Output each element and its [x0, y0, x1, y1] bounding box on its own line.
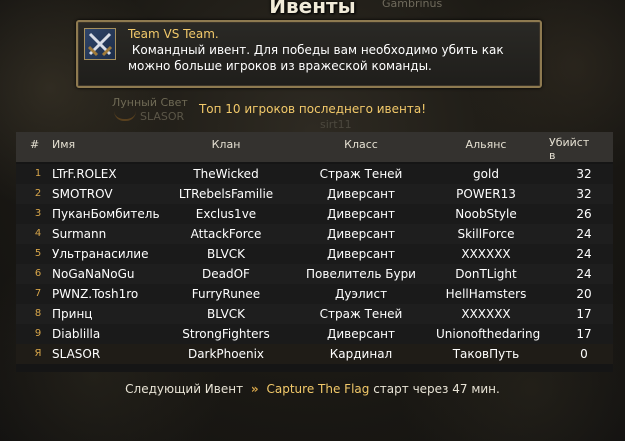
cell-clan: AttackForce — [190, 227, 262, 241]
cell-alliance: NoobStyle — [455, 207, 517, 221]
leaderboard-table: # Имя Клан Класс Альянс Убийст в 1 LTrF.R… — [16, 132, 613, 372]
cell-clan: BLVCK — [206, 307, 246, 321]
column-header-clan: Клан — [211, 138, 241, 151]
cell-rank: 4 — [34, 228, 42, 239]
cell-player-name: LTrF.ROLEX — [52, 167, 117, 181]
column-header-class: Класс — [344, 138, 378, 151]
cell-alliance: XXXXXX — [461, 247, 511, 261]
column-header-name: Имя — [52, 138, 76, 151]
cell-rank: 1 — [34, 168, 42, 179]
cell-alliance: XXXXXX — [461, 307, 511, 321]
leaderboard-title: Топ 10 игроков последнего ивента! — [198, 102, 427, 116]
cell-player-name: ПуканБомбитель — [52, 207, 160, 221]
cell-alliance: HellHamsters — [445, 287, 527, 301]
window-title: Ивенты — [269, 0, 356, 18]
cell-class: Диверсант — [326, 187, 396, 201]
cell-class: Страж Теней — [319, 167, 403, 181]
cell-class: Страж Теней — [319, 307, 403, 321]
table-row: Я SLASOR DarkPhoenix Кардинал ТаковПуть 0 — [16, 344, 613, 364]
table-row: 7 PWNZ.Tosh1ro FurryRunee Дуэлист HellHamste… — [16, 284, 613, 304]
cell-clan: BLVCK — [206, 247, 246, 261]
double-chevron-icon: » — [250, 382, 259, 396]
cell-player-name: Ультранасилие — [52, 247, 149, 261]
table-row: 5 Ультранасилие BLVCK Диверсант XXXXXX 24 — [16, 244, 613, 264]
cell-kills: 24 — [576, 247, 592, 261]
cell-kills: 17 — [576, 327, 592, 341]
cell-kills: 17 — [576, 307, 592, 321]
cell-player-name: Принц — [52, 307, 93, 321]
cell-class: Диверсант — [326, 247, 396, 261]
cell-rank: 9 — [34, 328, 42, 339]
cell-class: Дуэлист — [334, 287, 388, 301]
column-header-num: # — [30, 138, 40, 151]
cell-player-name: PWNZ.Tosh1ro — [52, 287, 139, 301]
event-description: Командный ивент. Для победы вам необходи… — [128, 43, 508, 73]
event-name: Team VS Team. — [128, 27, 219, 41]
cell-alliance: gold — [473, 167, 499, 181]
cell-kills: 24 — [576, 267, 592, 281]
cell-rank: 5 — [34, 248, 42, 259]
column-header-kills: Убийст в — [549, 136, 590, 162]
cell-player-name: Surmann — [52, 227, 107, 241]
cell-kills: 32 — [576, 187, 592, 201]
cell-kills: 26 — [576, 207, 592, 221]
next-event-name: Capture The Flag — [266, 382, 370, 396]
cell-clan: DeadOF — [202, 267, 250, 281]
table-row: 9 Diablilla StrongFighters Диверсант Unionof… — [16, 324, 613, 344]
table-row: 1 LTrF.ROLEX TheWicked Страж Теней gold 32 — [16, 164, 613, 184]
next-event-timer: старт через 47 мин. — [373, 382, 500, 396]
cell-kills: 24 — [576, 227, 592, 241]
cell-rank: 3 — [34, 208, 42, 219]
cell-clan: DarkPhoenix — [187, 347, 265, 361]
table-row: 6 NoGaNaNoGu DeadOF Повелитель Бури DonTLigh… — [16, 264, 613, 284]
cell-clan: Exclus1ve — [195, 207, 257, 221]
cell-kills: 32 — [576, 167, 592, 181]
cell-clan: StrongFighters — [182, 327, 270, 341]
cell-player-name: Diablilla — [52, 327, 101, 341]
table-row: 3 ПуканБомбитель Exclus1ve Диверсант NoobSty… — [16, 204, 613, 224]
cell-player-name: SLASOR — [52, 347, 101, 361]
cell-alliance: DonTLight — [455, 267, 517, 281]
cell-kills: 0 — [580, 347, 588, 361]
cell-alliance: ТаковПуть — [452, 347, 520, 361]
cell-rank: 8 — [34, 308, 42, 319]
next-event-footer: Следующий Ивент » Capture The Flag старт… — [0, 382, 625, 396]
cell-player-name: SMOTROV — [52, 187, 113, 201]
cell-clan: TheWicked — [193, 167, 259, 181]
cell-class: Диверсант — [326, 327, 396, 341]
cell-player-name: NoGaNaNoGu — [52, 267, 135, 281]
cell-clan: LTRebelsFamilie — [178, 187, 274, 201]
cell-rank: Я — [34, 348, 42, 359]
cell-class: Диверсант — [326, 227, 396, 241]
cell-rank: 2 — [34, 188, 42, 199]
cell-class: Повелитель Бури — [306, 267, 416, 281]
cell-alliance: Unionofthedaring — [436, 327, 541, 341]
table-row: 2 SMOTROV LTRebelsFamilie Диверсант POWER13 3… — [16, 184, 613, 204]
crossed-swords-icon — [84, 28, 116, 60]
cell-alliance: SkillForce — [457, 227, 515, 241]
event-info-panel: Team VS Team. Командный ивент. Для побед… — [76, 20, 542, 88]
cell-class: Кардинал — [329, 347, 393, 361]
table-row: 8 Принц BLVCK Страж Теней XXXXXX 17 — [16, 304, 613, 324]
background-player-name: Gambrinus — [382, 0, 443, 10]
background-ghost-text: sirt11 — [320, 118, 352, 131]
cell-kills: 20 — [576, 287, 592, 301]
cell-class: Диверсант — [326, 207, 396, 221]
table-header: # Имя Клан Класс Альянс Убийст в — [16, 132, 613, 162]
cell-alliance: POWER13 — [456, 187, 516, 201]
cell-rank: 7 — [34, 288, 42, 299]
cell-rank: 6 — [34, 268, 42, 279]
next-event-label: Следующий Ивент — [125, 382, 244, 396]
table-row: 4 Surmann AttackForce Диверсант SkillForce 24 — [16, 224, 613, 244]
column-header-alliance: Альянс — [465, 138, 507, 151]
cell-clan: FurryRunee — [191, 287, 261, 301]
